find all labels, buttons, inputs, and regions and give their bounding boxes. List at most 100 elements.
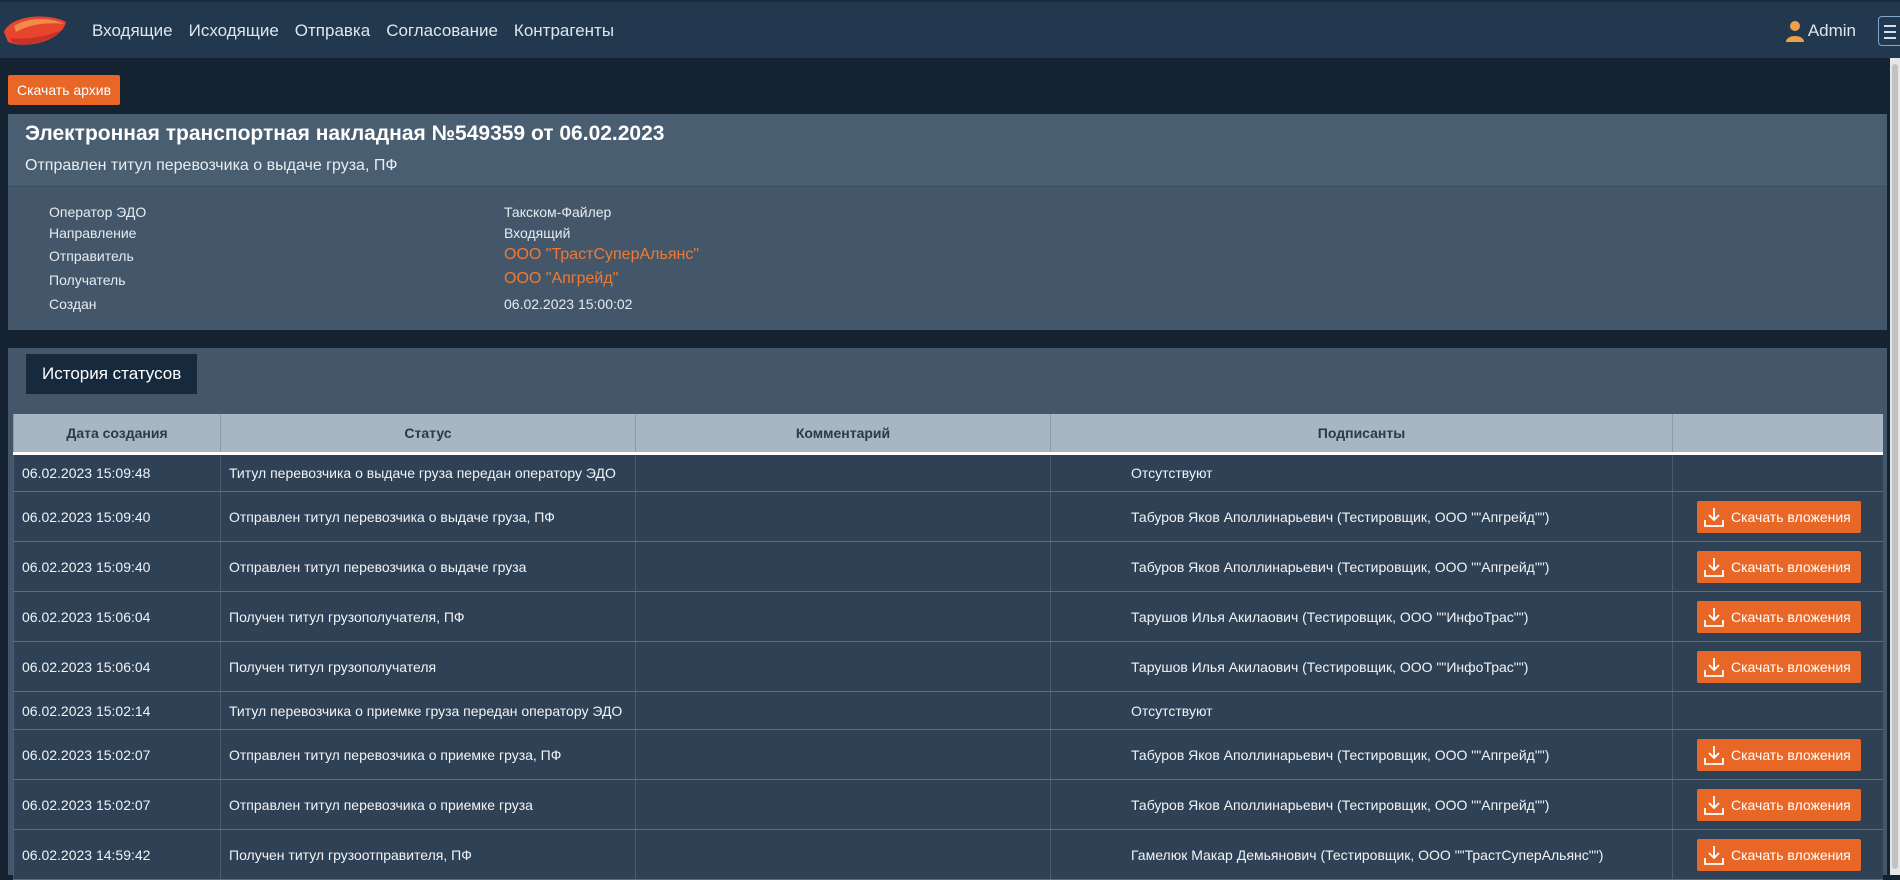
download-attachments-label: Скачать вложения bbox=[1731, 508, 1851, 525]
download-attachments-label: Скачать вложения bbox=[1731, 846, 1851, 863]
download-attachments-button[interactable]: Скачать вложения bbox=[1697, 500, 1861, 533]
cell-status: Отправлен титул перевозчика о приемке гр… bbox=[220, 729, 636, 780]
prop-label-operator: Оператор ЭДО bbox=[49, 204, 147, 220]
top-bar: Входящие Исходящие Отправка Согласование… bbox=[0, 0, 1900, 58]
user-name: Admin bbox=[1807, 21, 1856, 40]
status-history-table: Дата создания Статус Комментарий Подписа… bbox=[13, 414, 1883, 880]
prop-label-recipient: Получатель bbox=[49, 272, 126, 288]
download-icon bbox=[1704, 657, 1724, 677]
prop-value-created: 06.02.2023 15:00:02 bbox=[504, 296, 633, 312]
user-menu[interactable]: Admin bbox=[1785, 2, 1856, 60]
cell-date: 06.02.2023 15:09:48 bbox=[13, 453, 221, 492]
download-attachments-button[interactable]: Скачать вложения bbox=[1697, 650, 1861, 683]
nav-contractors[interactable]: Контрагенты bbox=[514, 21, 614, 41]
logo[interactable] bbox=[0, 10, 70, 52]
main-nav: Входящие Исходящие Отправка Согласование… bbox=[92, 2, 630, 60]
download-attachments-label: Скачать вложения bbox=[1731, 746, 1851, 763]
cell-date: 06.02.2023 15:09:40 bbox=[13, 491, 221, 542]
cell-actions bbox=[1672, 691, 1883, 730]
cell-signers: Гамелюк Макар Демьянович (Тестировщик, О… bbox=[1050, 829, 1673, 880]
tab-status-history[interactable]: История статусов bbox=[26, 354, 198, 394]
download-icon bbox=[1704, 745, 1724, 765]
cell-actions: Скачать вложения bbox=[1672, 779, 1883, 830]
download-icon bbox=[1704, 507, 1724, 527]
cell-comment bbox=[635, 591, 1051, 642]
table-row[interactable]: 06.02.2023 15:09:48 Титул перевозчика о в… bbox=[13, 453, 1883, 492]
cell-signers: Отсутствуют bbox=[1050, 453, 1673, 492]
table-row[interactable]: 06.02.2023 15:02:07 Отправлен титул перев… bbox=[13, 779, 1883, 830]
column-header-actions bbox=[1672, 414, 1883, 455]
cell-signers: Отсутствуют bbox=[1050, 691, 1673, 730]
cell-status: Титул перевозчика о приемке груза переда… bbox=[220, 691, 636, 730]
cell-date: 06.02.2023 15:02:07 bbox=[13, 779, 221, 830]
document-header: Электронная транспортная накладная №5493… bbox=[8, 114, 1887, 187]
column-header-signers[interactable]: Подписанты bbox=[1050, 414, 1673, 455]
nav-send[interactable]: Отправка bbox=[295, 21, 370, 41]
download-attachments-button[interactable]: Скачать вложения bbox=[1697, 838, 1861, 871]
table-row[interactable]: 06.02.2023 14:59:42 Получен титул грузоот… bbox=[13, 829, 1883, 880]
document-title: Электронная транспортная накладная №5493… bbox=[25, 122, 665, 145]
table-row[interactable]: 06.02.2023 15:09:40 Отправлен титул перев… bbox=[13, 491, 1883, 542]
cell-comment bbox=[635, 453, 1051, 492]
table-row[interactable]: 06.02.2023 15:06:04 Получен титул грузопо… bbox=[13, 641, 1883, 692]
cell-comment bbox=[635, 491, 1051, 542]
column-header-comment[interactable]: Комментарий bbox=[635, 414, 1051, 455]
table-row[interactable]: 06.02.2023 15:09:40 Отправлен титул перев… bbox=[13, 541, 1883, 592]
scrollbar-thumb[interactable] bbox=[1892, 64, 1898, 869]
cell-comment bbox=[635, 829, 1051, 880]
cell-date: 06.02.2023 15:02:14 bbox=[13, 691, 221, 730]
nav-outgoing[interactable]: Исходящие bbox=[189, 21, 279, 41]
cell-comment bbox=[635, 641, 1051, 692]
column-header-status[interactable]: Статус bbox=[220, 414, 636, 455]
document-panel: Электронная транспортная накладная №5493… bbox=[8, 114, 1887, 330]
nav-approval[interactable]: Согласование bbox=[386, 21, 498, 41]
prop-value-sender-link[interactable]: ООО "ТрастСуперАльянс" bbox=[504, 246, 699, 264]
download-attachments-button[interactable]: Скачать вложения bbox=[1697, 600, 1861, 633]
cell-status: Получен титул грузополучателя bbox=[220, 641, 636, 692]
table-row[interactable]: 06.02.2023 15:02:07 Отправлен титул перев… bbox=[13, 729, 1883, 780]
download-attachments-label: Скачать вложения bbox=[1731, 658, 1851, 675]
download-icon bbox=[1704, 607, 1724, 627]
cell-actions: Скачать вложения bbox=[1672, 591, 1883, 642]
cell-status: Титул перевозчика о выдаче груза передан… bbox=[220, 453, 636, 492]
prop-label-direction: Направление bbox=[49, 225, 137, 241]
cell-comment bbox=[635, 691, 1051, 730]
page-scrollbar[interactable] bbox=[1890, 58, 1900, 875]
cell-status: Получен титул грузоотправителя, ПФ bbox=[220, 829, 636, 880]
download-attachments-label: Скачать вложения bbox=[1731, 558, 1851, 575]
cell-actions: Скачать вложения bbox=[1672, 641, 1883, 692]
table-header-row: Дата создания Статус Комментарий Подписа… bbox=[13, 414, 1883, 455]
prop-value-operator: Такском-Файлер bbox=[504, 204, 612, 220]
cell-status: Отправлен титул перевозчика о приемке гр… bbox=[220, 779, 636, 830]
column-header-date[interactable]: Дата создания bbox=[13, 414, 221, 455]
cell-comment bbox=[635, 729, 1051, 780]
document-status: Отправлен титул перевозчика о выдаче гру… bbox=[25, 157, 398, 174]
cell-actions: Скачать вложения bbox=[1672, 541, 1883, 592]
cell-date: 06.02.2023 15:06:04 bbox=[13, 641, 221, 692]
cell-date: 06.02.2023 15:06:04 bbox=[13, 591, 221, 642]
cell-signers: Табуров Яков Аполлинарьевич (Тестировщик… bbox=[1050, 779, 1673, 830]
table-row[interactable]: 06.02.2023 15:06:04 Получен титул грузопо… bbox=[13, 591, 1883, 642]
cell-actions: Скачать вложения bbox=[1672, 729, 1883, 780]
prop-label-created: Создан bbox=[49, 296, 97, 312]
cell-comment bbox=[635, 541, 1051, 592]
cell-status: Отправлен титул перевозчика о выдаче гру… bbox=[220, 491, 636, 542]
cell-signers: Тарушов Илья Акилаович (Тестировщик, ООО… bbox=[1050, 591, 1673, 642]
cell-date: 06.02.2023 14:59:42 bbox=[13, 829, 221, 880]
download-attachments-label: Скачать вложения bbox=[1731, 608, 1851, 625]
download-attachments-label: Скачать вложения bbox=[1731, 796, 1851, 813]
download-attachments-button[interactable]: Скачать вложения bbox=[1697, 788, 1861, 821]
table-row[interactable]: 06.02.2023 15:02:14 Титул перевозчика о п… bbox=[13, 691, 1883, 730]
cell-date: 06.02.2023 15:02:07 bbox=[13, 729, 221, 780]
cell-comment bbox=[635, 779, 1051, 830]
download-archive-button[interactable]: Скачать архив bbox=[8, 75, 121, 105]
prop-value-recipient-link[interactable]: ООО "Апгрейд" bbox=[504, 270, 618, 288]
history-panel: История статусов Дата создания Статус Ко… bbox=[8, 348, 1887, 880]
nav-incoming[interactable]: Входящие bbox=[92, 21, 173, 41]
table-body: 06.02.2023 15:09:48 Титул перевозчика о в… bbox=[13, 453, 1883, 880]
download-attachments-button[interactable]: Скачать вложения bbox=[1697, 550, 1861, 583]
download-icon bbox=[1704, 795, 1724, 815]
download-attachments-button[interactable]: Скачать вложения bbox=[1697, 738, 1861, 771]
cell-actions bbox=[1672, 453, 1883, 492]
side-panel-toggle-icon[interactable] bbox=[1878, 16, 1900, 46]
